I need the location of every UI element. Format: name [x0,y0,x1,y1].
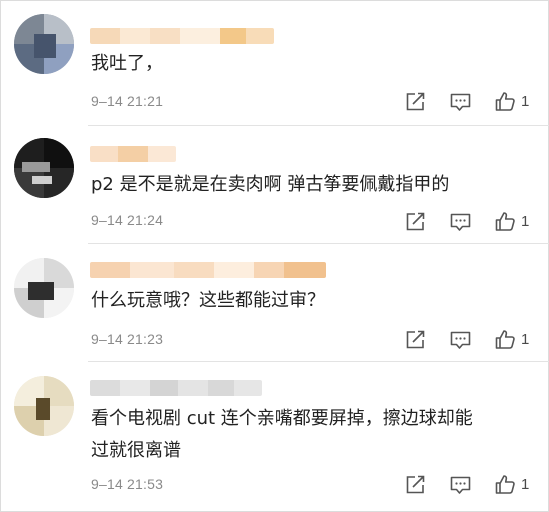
comment-text-line-1: 看个电视剧 cut 连个亲嘴都要屏掉，擦边球却能 [91,408,473,429]
comment-timestamp: 9–14 21:23 [91,331,164,347]
share-edit-icon [406,475,425,494]
comment-timestamp: 9–14 21:53 [91,476,164,492]
comment-timestamp: 9–14 21:21 [91,93,164,109]
like-button[interactable]: 1 [495,473,529,495]
like-count: 1 [521,92,530,110]
thumbs-up-icon [495,329,515,349]
like-button[interactable]: 1 [495,328,529,350]
comment-text: p2 是不是就是在卖肉啊 弹古筝要佩戴指甲的 [91,174,450,195]
share-edit-icon [406,212,425,231]
share-edit-button[interactable] [405,91,426,113]
comment-bubble-icon [450,331,471,349]
reply-button[interactable] [450,211,471,233]
comment-item: p2 是不是就是在卖肉啊 弹古筝要佩戴指甲的 9–14 21:24 1 [0,126,549,244]
avatar[interactable] [14,258,74,318]
avatar[interactable] [14,14,74,74]
username-blurred[interactable] [90,380,262,396]
like-button[interactable]: 1 [495,210,529,232]
avatar[interactable] [14,138,74,198]
like-button[interactable]: 1 [495,90,529,112]
comment-item: 我吐了， 9–14 21:21 1 [0,0,549,126]
comment-text: 什么玩意哦？这些都能过审？ [91,290,325,311]
share-edit-icon [406,330,425,349]
reply-button[interactable] [450,329,471,351]
share-edit-button[interactable] [405,329,426,351]
like-count: 1 [521,212,530,230]
reply-button[interactable] [450,474,471,496]
reply-button[interactable] [450,91,471,113]
comment-text: 我吐了， [91,53,163,74]
thumbs-up-icon [495,474,515,494]
comment-bubble-icon [450,213,471,231]
comment-bubble-icon [450,476,471,494]
username-blurred[interactable] [90,262,326,278]
share-edit-button[interactable] [405,474,426,496]
comment-bubble-icon [450,93,471,111]
thumbs-up-icon [495,91,515,111]
comment-timestamp: 9–14 21:24 [91,212,164,228]
avatar[interactable] [14,376,74,436]
comment-item: 什么玩意哦？这些都能过审？ 9–14 21:23 1 [0,244,549,362]
username-blurred[interactable] [90,146,176,162]
comment-item: 看个电视剧 cut 连个亲嘴都要屏掉，擦边球却能 过就很离谱 9–14 21:5… [0,362,549,510]
username-blurred[interactable] [90,28,274,44]
like-count: 1 [521,475,530,493]
share-edit-icon [406,92,425,111]
comment-text-line-2: 过就很离谱 [91,440,181,461]
share-edit-button[interactable] [405,211,426,233]
thumbs-up-icon [495,211,515,231]
like-count: 1 [521,330,530,348]
